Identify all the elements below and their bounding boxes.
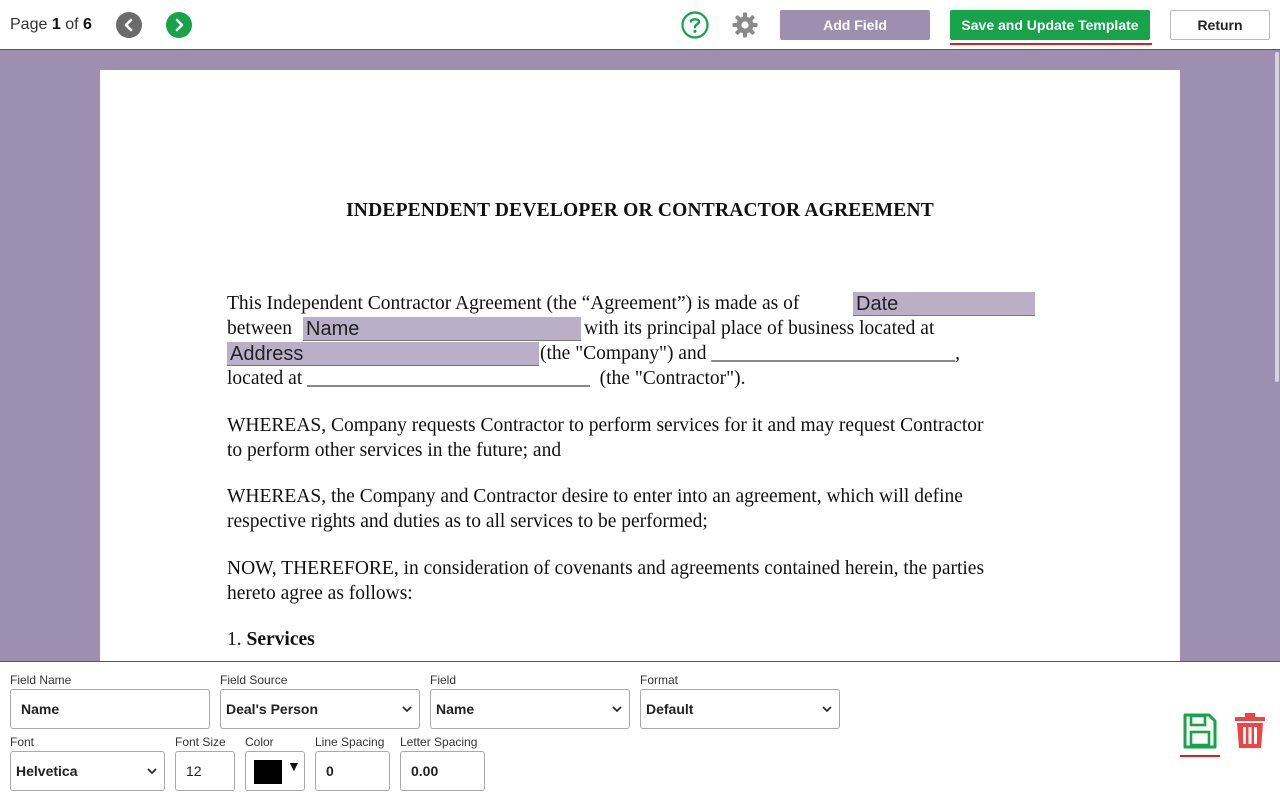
document-page: INDEPENDENT DEVELOPER OR CONTRACTOR AGRE… [100, 70, 1180, 661]
doc-line-2a: between [227, 318, 292, 339]
gear-icon[interactable] [731, 11, 759, 39]
color-swatch [254, 760, 282, 784]
field-source-label: Field Source [220, 673, 288, 687]
field-source-value: Deal's Person [226, 701, 319, 717]
add-field-button[interactable]: Add Field [780, 10, 930, 40]
help-icon[interactable] [681, 11, 709, 39]
save-update-template-button[interactable]: Save and Update Template [950, 10, 1150, 40]
document-workspace: INDEPENDENT DEVELOPER OR CONTRACTOR AGRE… [0, 50, 1280, 661]
workspace-scrollbar[interactable] [1272, 50, 1280, 661]
previous-page-button[interactable] [116, 12, 142, 38]
doc-line-3: (the "Company") and ____________________… [540, 343, 960, 364]
doc-line-5: WHEREAS, Company requests Contractor to … [227, 415, 984, 436]
save-button-underline [950, 43, 1152, 45]
document-title: INDEPENDENT DEVELOPER OR CONTRACTOR AGRE… [346, 200, 934, 221]
next-page-button[interactable] [166, 12, 192, 38]
field-select[interactable]: Name [430, 689, 630, 729]
page-total: 6 [82, 16, 92, 33]
doc-line-2b: with its principal place of business loc… [584, 318, 935, 339]
return-button[interactable]: Return [1170, 10, 1270, 40]
section-number: 1. [227, 629, 242, 650]
chevron-down-icon [612, 706, 622, 713]
font-select[interactable]: Helvetica [10, 751, 165, 791]
save-icon-underline [1180, 755, 1220, 757]
format-label: Format [640, 673, 679, 687]
section-title: Services [246, 629, 315, 650]
field-name-label: Field Name [10, 673, 72, 687]
doc-line-10: hereto agree as follows: [227, 583, 413, 604]
font-size-label: Font Size [175, 735, 226, 749]
field-name-input[interactable]: Name [10, 689, 210, 729]
field-select-value: Name [436, 701, 475, 717]
page-of: of [65, 16, 79, 33]
doc-line-7: WHEREAS, the Company and Contractor desi… [227, 486, 963, 507]
caret-down-icon: ▼ [287, 758, 301, 774]
save-icon[interactable] [1182, 712, 1218, 750]
chevron-left-icon [124, 18, 133, 32]
letter-spacing-label: Letter Spacing [400, 735, 478, 749]
chevron-right-icon [175, 18, 184, 32]
doc-line-9: NOW, THEREFORE, in consideration of cove… [227, 558, 985, 579]
line-spacing-label: Line Spacing [315, 735, 385, 749]
format-value: Default [646, 701, 694, 717]
chevron-down-icon [822, 706, 832, 713]
line-spacing-input[interactable]: 0 [315, 751, 390, 791]
page-indicator: Page 1 of 6 [10, 16, 92, 34]
top-toolbar: Page 1 of 6 Add Field Save and Update Te… [0, 0, 1280, 50]
doc-line-1: This Independent Contractor Agreement (t… [227, 293, 800, 314]
font-value: Helvetica [16, 763, 78, 779]
scrollbar-thumb[interactable] [1275, 52, 1279, 382]
doc-line-6: to perform other services in the future;… [227, 440, 562, 461]
font-size-input[interactable]: 12 [175, 751, 235, 791]
field-properties-panel: Field Name Name Field Source Deal's Pers… [0, 661, 1280, 800]
chevron-down-icon [147, 768, 157, 775]
date-field[interactable]: Date [853, 292, 1035, 316]
doc-line-8: respective rights and duties as to all s… [227, 511, 708, 532]
name-field[interactable]: Name [303, 317, 581, 341]
format-select[interactable]: Default [640, 689, 840, 729]
field-source-select[interactable]: Deal's Person [220, 689, 420, 729]
color-label: Color [245, 735, 274, 749]
trash-icon[interactable] [1233, 712, 1267, 750]
chevron-down-icon [402, 706, 412, 713]
field-label: Field [430, 673, 457, 687]
font-label: Font [10, 735, 35, 749]
page-current: 1 [51, 16, 61, 33]
page-prefix: Page [10, 16, 48, 33]
address-field[interactable]: Address [227, 342, 539, 366]
letter-spacing-input[interactable]: 0.00 [400, 751, 485, 791]
color-picker[interactable]: ▼ [245, 751, 305, 791]
doc-line-4: located at _____________________________… [227, 368, 746, 389]
section-heading: 1. Services [227, 627, 315, 652]
